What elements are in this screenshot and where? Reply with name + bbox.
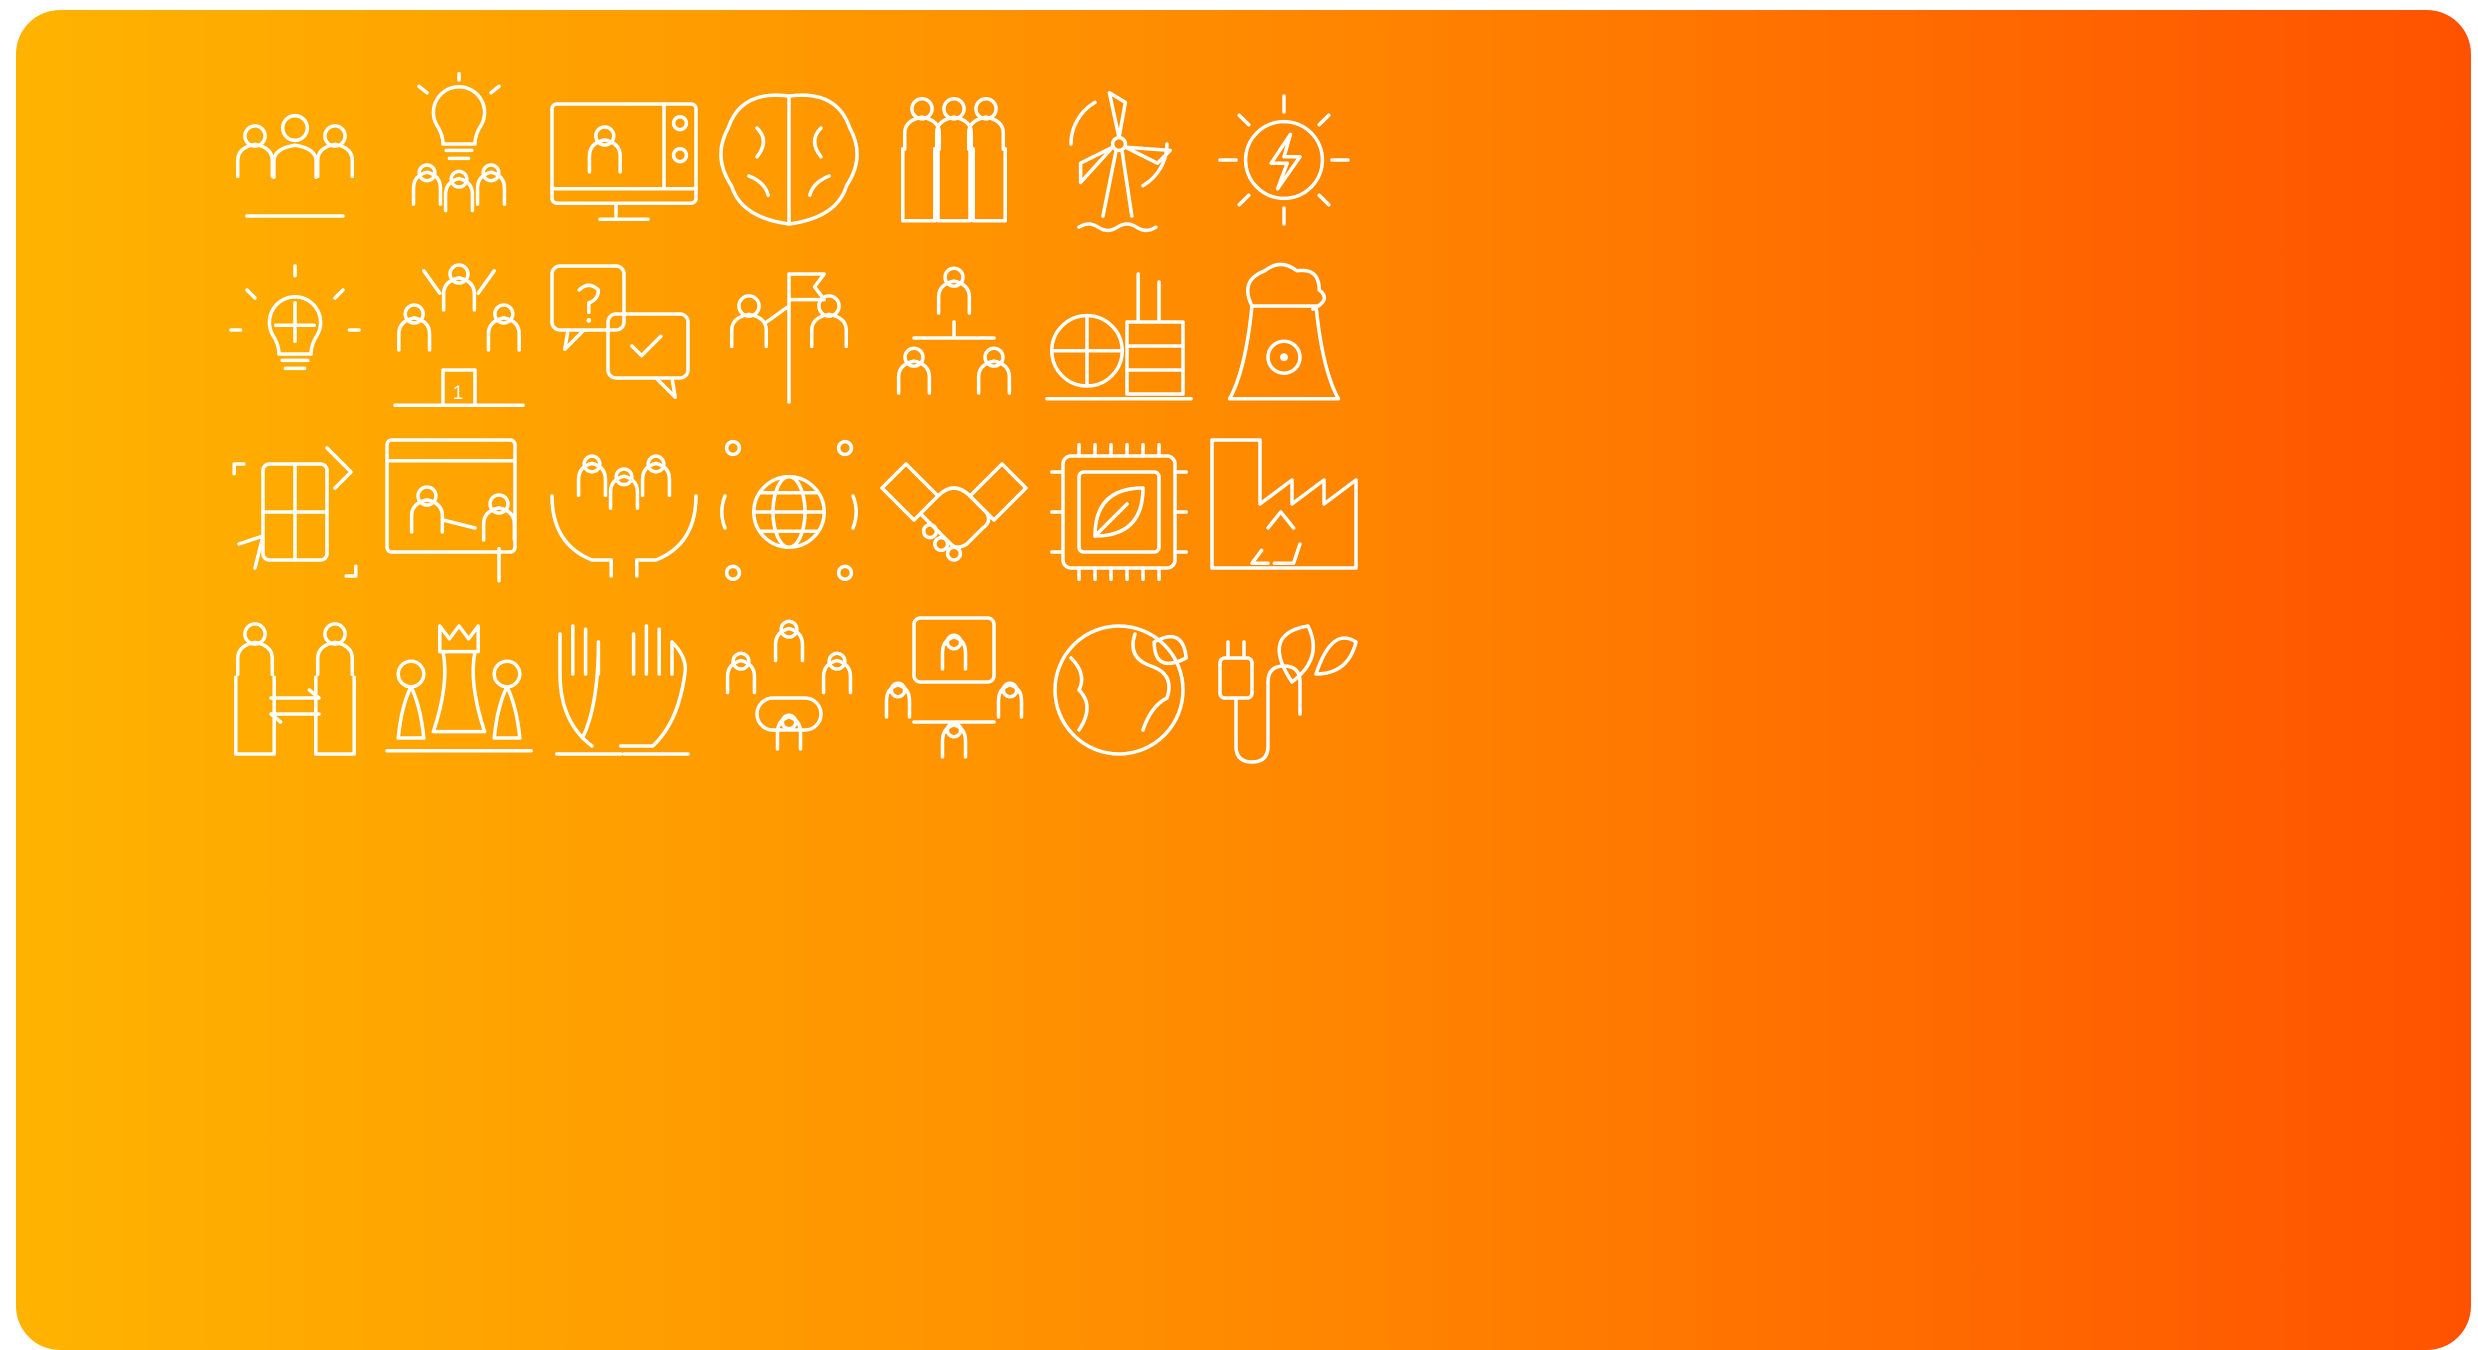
eco-chip-icon	[1034, 427, 1204, 597]
video-meeting-icon	[869, 605, 1039, 775]
team-icon-svg	[235, 113, 355, 218]
exchange-people-icon-svg	[234, 622, 356, 756]
hierarchy-icon-svg	[896, 266, 1012, 395]
eco-plug-icon-svg	[1218, 624, 1358, 764]
brain-icon	[704, 75, 874, 245]
presentation-icon	[374, 427, 544, 597]
winners-podium-icon: 1	[374, 253, 544, 423]
leader-flag-icon	[704, 253, 874, 423]
video-conference-icon	[539, 75, 709, 245]
question-answer-chat-icon-svg	[550, 264, 690, 399]
solar-energy-icon-svg	[1218, 94, 1350, 226]
chess-strategy-icon-svg	[385, 624, 533, 753]
puzzle-bulb-icon	[210, 253, 380, 423]
question-answer-chat-icon	[539, 253, 709, 423]
solar-energy-icon	[1199, 75, 1369, 245]
presentation-icon-svg	[385, 438, 517, 583]
earth-leaf-icon	[1034, 605, 1204, 775]
idea-team-icon	[374, 71, 544, 245]
puzzle-hands-icon-svg	[232, 446, 358, 578]
raised-hands-icon-svg	[555, 624, 690, 756]
icon-grid: 1	[16, 10, 2471, 1350]
gradient-card: 1	[16, 10, 2471, 1350]
wind-turbine-icon-svg	[1069, 91, 1172, 233]
puzzle-hands-icon	[210, 427, 380, 597]
video-meeting-icon-svg	[884, 616, 1024, 759]
handshake-icon-svg	[880, 462, 1028, 562]
idea-team-icon-svg	[411, 71, 507, 213]
meeting-table-icon	[704, 605, 874, 775]
puzzle-bulb-icon-svg	[229, 264, 361, 371]
svg-text:1: 1	[453, 383, 464, 404]
group-icon-svg	[901, 96, 1007, 223]
recycling-factory-icon	[1199, 427, 1369, 597]
handshake-icon	[869, 427, 1039, 597]
team-icon	[210, 75, 380, 245]
winners-podium-icon-svg: 1	[393, 263, 525, 407]
power-plant-icon	[1034, 253, 1204, 423]
nuclear-plant-icon-svg	[1227, 262, 1341, 401]
chess-strategy-icon	[374, 605, 544, 775]
global-network-icon	[704, 427, 874, 597]
leader-flag-icon-svg	[729, 272, 849, 404]
care-community-icon	[539, 427, 709, 597]
wind-turbine-icon	[1034, 75, 1204, 245]
global-network-icon-svg	[720, 439, 858, 581]
group-icon	[869, 75, 1039, 245]
meeting-table-icon-svg	[725, 619, 853, 751]
nuclear-plant-icon	[1199, 253, 1369, 423]
earth-leaf-icon-svg	[1053, 624, 1188, 756]
care-community-icon-svg	[550, 454, 698, 578]
brain-icon-svg	[719, 93, 859, 226]
power-plant-icon-svg	[1045, 272, 1193, 401]
hierarchy-icon	[869, 253, 1039, 423]
recycling-factory-icon-svg	[1210, 438, 1358, 570]
raised-hands-icon	[539, 605, 709, 775]
eco-plug-icon	[1199, 605, 1369, 775]
video-conference-icon-svg	[550, 102, 698, 221]
eco-chip-icon-svg	[1050, 443, 1188, 581]
exchange-people-icon	[210, 605, 380, 775]
